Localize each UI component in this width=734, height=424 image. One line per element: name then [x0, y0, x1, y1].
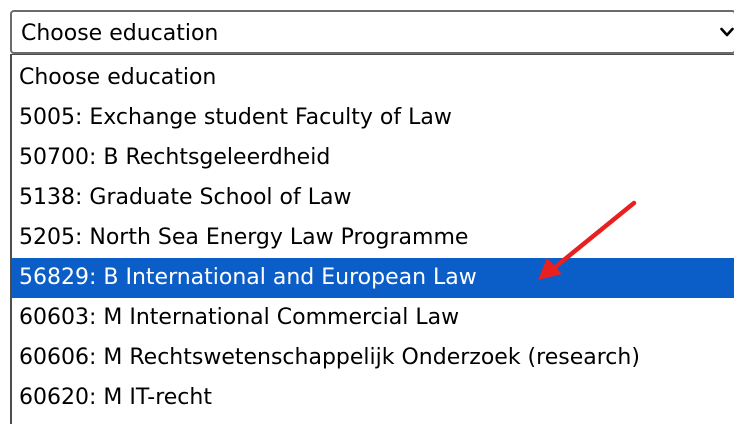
education-select[interactable]: Choose education [10, 10, 734, 54]
dropdown-option[interactable]: Choose education [12, 58, 734, 98]
dropdown-option[interactable]: 60620: M IT-recht [12, 378, 734, 418]
education-select-value: Choose education [21, 21, 219, 46]
dropdown-option[interactable]: 50700: B Rechtsgeleerdheid [12, 138, 734, 178]
dropdown-option[interactable]: 60606: M Rechtswetenschappelijk Onderzoe… [12, 338, 734, 378]
chevron-down-icon [720, 27, 734, 37]
dropdown-option[interactable]: 60603: M International Commercial Law [12, 298, 734, 338]
red-arrow-annotation [538, 200, 637, 280]
dropdown-option[interactable]: 5005: Exchange student Faculty of Law [12, 98, 734, 138]
